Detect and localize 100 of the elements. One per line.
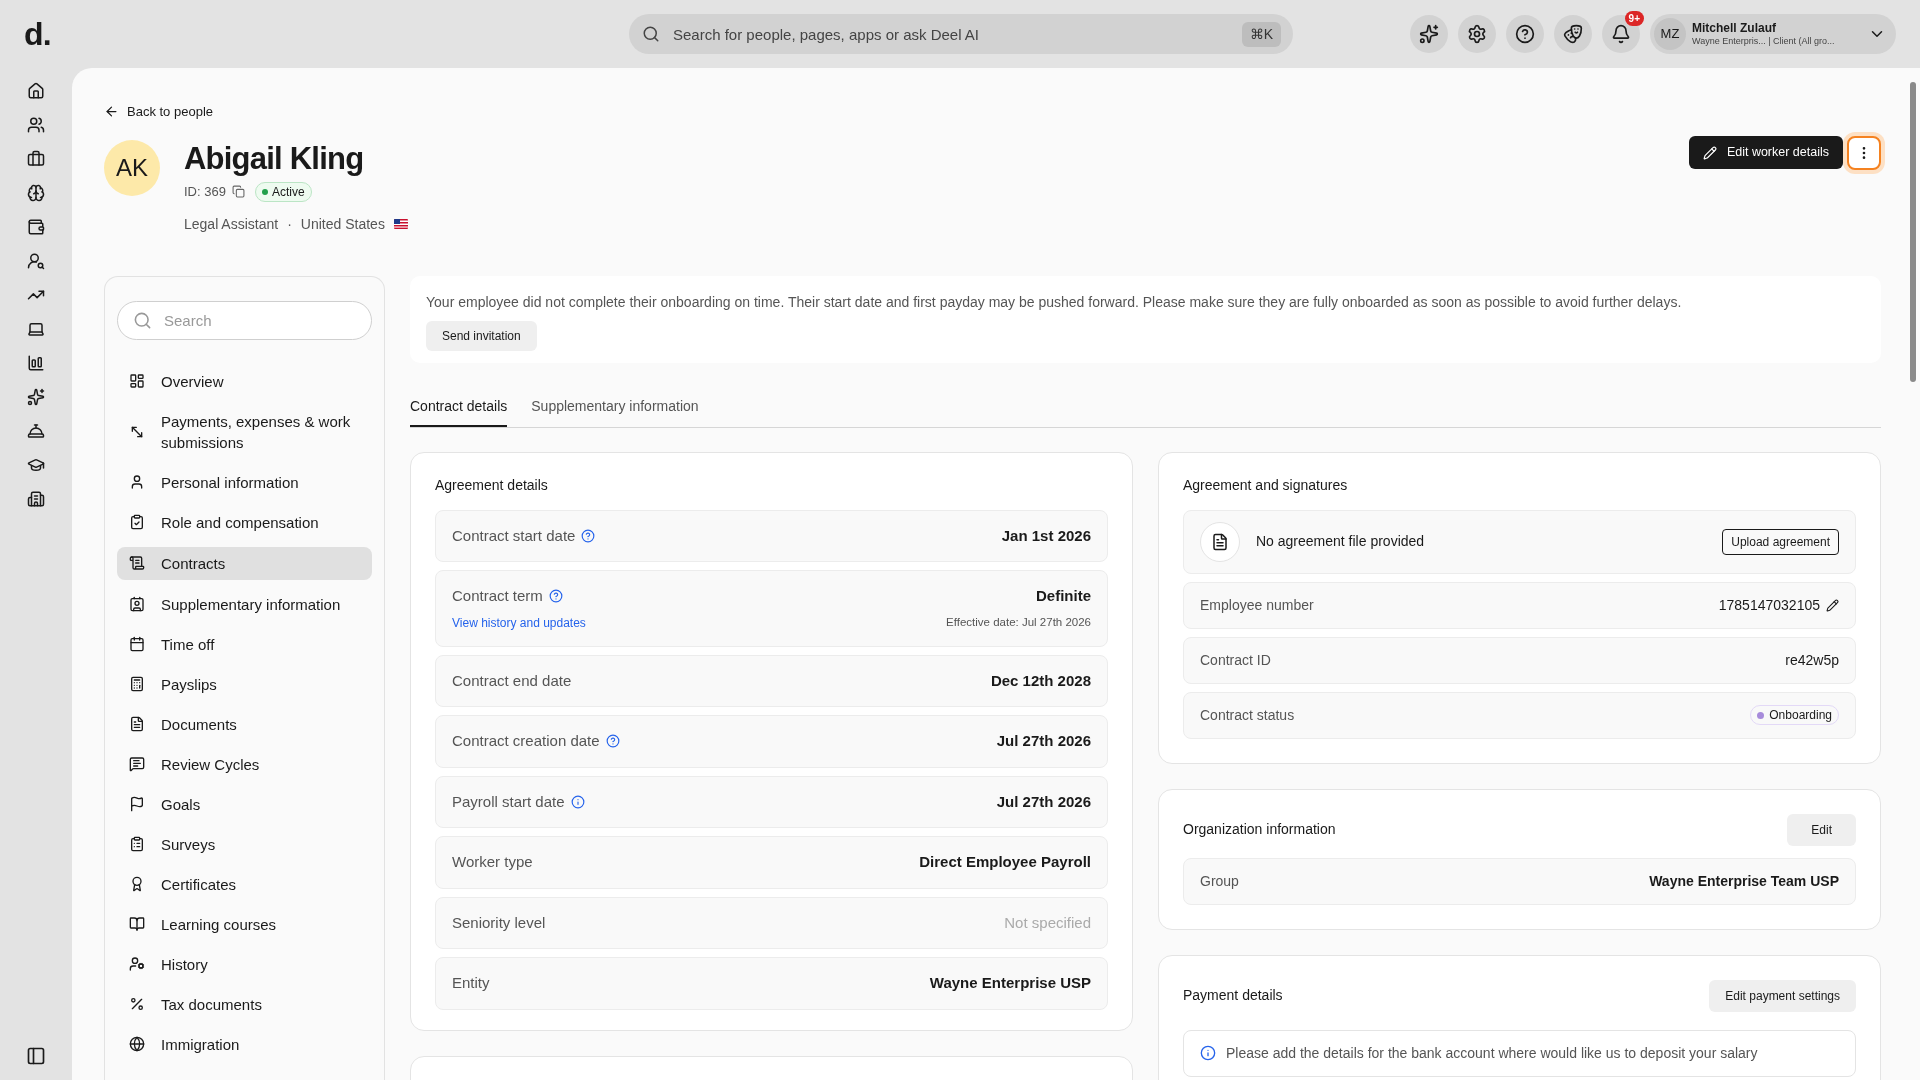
avatar: AK [104, 139, 160, 196]
percent-icon [129, 996, 145, 1012]
book-icon [129, 916, 145, 932]
chat-icon [129, 756, 145, 772]
nav-item[interactable]: Payslips [117, 668, 372, 700]
field-label: Contract creation date [452, 731, 600, 751]
nav-item[interactable]: Learning courses [117, 908, 372, 940]
field-value: Dec 12th 2028 [990, 670, 1091, 691]
help-icon[interactable] [548, 589, 563, 604]
nav-item[interactable]: Immigration [117, 1028, 372, 1060]
settings-icon [1467, 24, 1487, 44]
pencil-icon[interactable] [1826, 598, 1839, 612]
field-value: Definite [1036, 586, 1091, 606]
graduation-cap-icon[interactable] [27, 456, 45, 474]
settings-button[interactable] [1458, 15, 1496, 53]
chart-icon[interactable] [27, 354, 45, 372]
user-icon [129, 474, 145, 490]
logo[interactable]: d. [24, 18, 584, 50]
effective-date: Effective date: Jul 27th 2026 [946, 614, 1091, 630]
nav-item[interactable]: Personal information [117, 466, 372, 498]
info-icon [1200, 1045, 1216, 1061]
calculator-icon [129, 676, 145, 692]
globe-icon [129, 1036, 145, 1052]
briefcase-icon[interactable] [27, 150, 45, 168]
back-link[interactable]: Back to people [104, 102, 213, 122]
building-icon[interactable] [27, 490, 45, 508]
sidebar-toggle-icon[interactable] [26, 1046, 46, 1066]
field-label: Payroll start date [452, 791, 565, 812]
copy-icon[interactable] [231, 185, 245, 198]
edit-worker-button[interactable]: Edit worker details [1688, 136, 1843, 169]
user-name: Mitchell Zulauf [1692, 20, 1776, 36]
mask-icon [1563, 24, 1583, 44]
scroll-icon [129, 555, 145, 571]
nav-item[interactable]: Surveys [117, 828, 372, 860]
alert-message: Your employee did not complete their onboarding on time. Their start date and first payday may be pushed forward. Please make sure they are fully onboarded as soon as possible to avoid further delays. [426, 292, 1683, 312]
nav-item[interactable]: History [117, 948, 372, 980]
card-title: Agreement details [435, 475, 549, 495]
bell-dome-icon[interactable] [27, 422, 45, 440]
help-icon[interactable] [581, 528, 596, 543]
info-icon[interactable] [570, 794, 585, 809]
layout-icon [129, 373, 145, 389]
user-menu[interactable]: MZ Mitchell Zulauf Wayne Enterpris... | Client (All gro... [1650, 14, 1896, 54]
head-icon[interactable] [27, 184, 45, 202]
wallet-icon[interactable] [27, 218, 45, 236]
nav-item[interactable]: Review Cycles [117, 748, 372, 780]
person-icon[interactable] [27, 252, 45, 270]
field-value: Jan 1st 2026 [1001, 525, 1091, 546]
field-label: Worker type [452, 852, 533, 872]
help-icon [1515, 24, 1535, 44]
user-avatar: MZ [1654, 18, 1686, 50]
send-invitation-button[interactable]: Send invitation [426, 320, 537, 351]
field-label: Contract ID [1200, 650, 1271, 670]
history-link[interactable]: View history and updates [452, 613, 586, 632]
field-label: Contract end date [452, 670, 572, 691]
nav-item[interactable]: Role and compensation [117, 506, 372, 538]
nav-item[interactable]: Supplementary information [117, 588, 372, 620]
id-card-icon [129, 596, 145, 612]
help-icon[interactable] [605, 734, 620, 749]
tab[interactable]: Contract details [410, 395, 508, 427]
nav-item[interactable]: Goals [117, 788, 372, 820]
document-icon [129, 716, 145, 732]
edit-payment-button[interactable]: Edit payment settings [1709, 979, 1856, 1012]
nav-item[interactable]: Payments, expenses & work submissions [117, 405, 372, 458]
sparkle-button[interactable] [1410, 15, 1448, 53]
calendar-icon [129, 636, 145, 652]
field-value: Direct Employee Payroll [919, 852, 1091, 872]
nav-item[interactable]: Time off [117, 628, 372, 660]
separator-dot: · [287, 214, 292, 234]
country: United States [300, 214, 385, 234]
nav-item[interactable]: Certificates [117, 868, 372, 900]
user-subtitle: Wayne Enterpris... | Client (All gro... [1692, 35, 1835, 48]
people-icon[interactable] [27, 116, 45, 134]
file-status: No agreement file provided [1256, 532, 1425, 551]
clipboard-check-icon [129, 514, 145, 530]
bell-icon [1611, 24, 1631, 44]
nav-item[interactable]: Overview [117, 365, 372, 397]
field-label: Contract start date [452, 525, 576, 546]
pencil-icon [1702, 145, 1717, 160]
mask-button[interactable] [1554, 15, 1592, 53]
field-value: re42w5p [1785, 650, 1839, 670]
award-icon [129, 876, 145, 892]
field-label: Group [1200, 871, 1239, 891]
sparkle-icon[interactable] [27, 388, 45, 406]
nav-item[interactable]: Contracts [117, 546, 372, 580]
field-label: Contract term [452, 586, 543, 606]
upload-agreement-button[interactable]: Upload agreement [1722, 528, 1839, 555]
person-id: ID: 369 [184, 182, 226, 201]
laptop-icon[interactable] [27, 320, 45, 338]
edit-button[interactable]: Edit [1787, 813, 1856, 846]
clipboard-icon [129, 836, 145, 852]
help-button[interactable] [1506, 15, 1544, 53]
nav-item[interactable]: Documents [117, 708, 372, 740]
field-value: Wayne Enterprise USP [929, 973, 1091, 993]
shortcut-hint: ⌘K [1241, 22, 1281, 47]
search-field[interactable]: Search [117, 300, 372, 340]
tab[interactable]: Supplementary information [531, 395, 699, 427]
user-gear-icon [129, 956, 145, 972]
home-icon[interactable] [27, 82, 45, 100]
nav-item[interactable]: Tax documents [117, 988, 372, 1020]
field-value: Wayne Enterprise Team USP [1649, 871, 1839, 891]
